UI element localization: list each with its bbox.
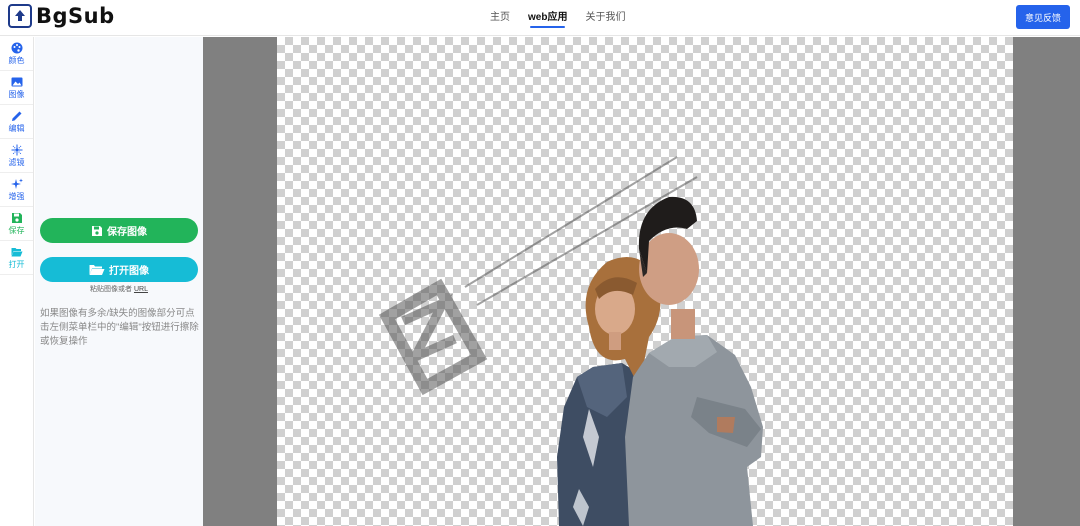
sidebar-item-image[interactable]: 图像: [0, 71, 33, 105]
open-image-label: 打开图像: [109, 266, 149, 277]
save-image-button[interactable]: 保存图像: [40, 218, 198, 243]
subject-image: [378, 156, 763, 526]
palette-icon: [11, 42, 22, 53]
pencil-icon: [11, 111, 21, 121]
sidebar-label-color: 颜色: [8, 55, 25, 65]
image-icon: [11, 77, 22, 86]
nav-home[interactable]: 主页: [490, 0, 510, 36]
save-icon: [92, 225, 102, 236]
folder-open-icon: [11, 247, 22, 256]
sidebar-label-save: 保存: [8, 225, 25, 235]
sidebar-item-open[interactable]: 打开: [0, 241, 33, 275]
help-text: 如果图像有多余/缺失的图像部分可点击左侧菜单栏中的"编辑"按钮进行擦除或恢复操作: [40, 308, 199, 347]
main-nav: 主页 web应用 关于我们: [490, 0, 625, 36]
logo-upload-icon: [8, 4, 32, 28]
sidebar-label-open: 打开: [8, 259, 25, 269]
sidebar-item-save[interactable]: 保存: [0, 207, 33, 241]
transparency-background: [277, 37, 1013, 526]
sidebar-item-filter[interactable]: 滤镜: [0, 139, 33, 173]
sparkle-icon: [10, 178, 23, 189]
logo-text: BgSub: [36, 4, 115, 28]
editor-canvas[interactable]: [203, 37, 1080, 526]
logo[interactable]: BgSub: [8, 4, 115, 28]
paste-url-link[interactable]: URL: [134, 286, 148, 293]
feedback-button[interactable]: 意见反馈: [1016, 5, 1070, 29]
sidebar-label-image: 图像: [8, 89, 25, 99]
sidebar-item-color[interactable]: 颜色: [0, 37, 33, 71]
tool-sidebar: 颜色 图像 编辑 滤镜 增强 保存 打开: [0, 37, 34, 526]
sidebar-label-edit: 编辑: [8, 123, 25, 133]
save-image-label: 保存图像: [107, 227, 147, 238]
sidebar-label-filter: 滤镜: [8, 157, 25, 167]
open-image-button[interactable]: 打开图像: [40, 257, 198, 282]
options-panel: 保存图像 打开图像 粘贴图像或者 URL 如果图像有多余/缺失的图像部分可点击左…: [35, 37, 203, 526]
nav-web-app[interactable]: web应用: [528, 0, 567, 36]
sidebar-item-enhance[interactable]: 增强: [0, 173, 33, 207]
save-icon: [11, 212, 22, 223]
folder-open-icon: [89, 264, 105, 275]
filter-icon: [11, 144, 22, 155]
sidebar-item-edit[interactable]: 编辑: [0, 105, 33, 139]
nav-about[interactable]: 关于我们: [585, 0, 625, 36]
man-figure: [625, 196, 763, 526]
top-bar: BgSub 主页 web应用 关于我们 意见反馈: [0, 0, 1080, 36]
paste-hint-text: 粘贴图像或者: [90, 286, 133, 293]
paste-hint: 粘贴图像或者 URL: [35, 284, 203, 294]
sidebar-label-enhance: 增强: [8, 191, 25, 201]
